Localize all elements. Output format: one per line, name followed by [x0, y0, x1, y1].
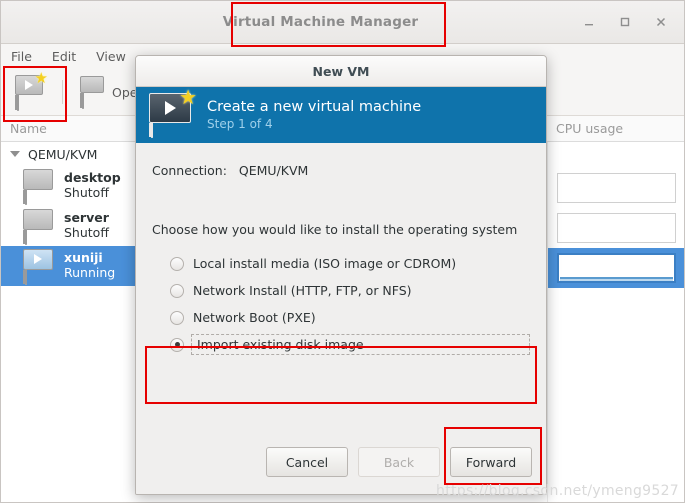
maximize-icon[interactable]	[616, 13, 634, 31]
window-titlebar: Virtual Machine Manager	[1, 1, 684, 44]
radio-button-icon-selected[interactable]	[170, 337, 184, 352]
cpu-column-spacer	[548, 142, 684, 168]
cpu-sparkline	[557, 213, 676, 243]
radio-option-import-existing-disk-image[interactable]: Import existing disk image	[152, 331, 530, 358]
forward-button[interactable]: Forward	[450, 447, 532, 477]
radio-option-label: Network Install (HTTP, FTP, or NFS)	[193, 283, 412, 298]
radio-option-network-boot-pxe[interactable]: Network Boot (PXE)	[152, 304, 530, 331]
connection-value: QEMU/KVM	[238, 163, 309, 178]
new-vm-dialog: New VM ★ Create a new virtual machine St…	[135, 55, 547, 495]
cpu-sparkline	[557, 253, 676, 283]
connection-info-row: Connection: QEMU/KVM	[152, 163, 530, 178]
cpu-sparkline	[557, 173, 676, 203]
radio-option-network-install[interactable]: Network Install (HTTP, FTP, or NFS)	[152, 277, 530, 304]
column-header-cpu-usage[interactable]: CPU usage	[547, 121, 684, 136]
vm-state: Shutoff	[64, 185, 109, 200]
radio-option-label: Local install media (ISO image or CDROM)	[193, 256, 457, 271]
radio-option-label: Import existing disk image	[191, 334, 530, 355]
radio-button-icon[interactable]	[170, 310, 184, 325]
chevron-down-icon[interactable]	[10, 151, 20, 157]
vm-state: Shutoff	[64, 225, 109, 240]
vm-cpu-usage-column	[547, 142, 684, 502]
cpu-usage-cell	[548, 208, 684, 248]
install-method-prompt: Choose how you would like to install the…	[152, 222, 518, 237]
cpu-usage-cell-selected	[548, 248, 684, 288]
vm-name: xuniji	[64, 250, 103, 266]
menu-item-file[interactable]: File	[11, 49, 32, 64]
cpu-usage-cell	[548, 168, 684, 208]
cpu-sparkline-line	[560, 277, 673, 279]
toolbar-separator	[62, 80, 63, 104]
watermark-text: https://blog.csdn.net/ymeng9527	[436, 483, 679, 499]
menu-item-edit[interactable]: Edit	[52, 49, 76, 64]
monitor-icon	[80, 76, 106, 109]
dialog-banner-step: Step 1 of 4	[207, 117, 273, 131]
dialog-title: New VM	[312, 63, 370, 79]
new-vm-monitor-star-icon: ★	[149, 87, 197, 138]
dialog-titlebar: New VM	[136, 56, 546, 87]
vm-state: Running	[64, 265, 116, 280]
close-icon[interactable]	[652, 13, 670, 31]
menu-item-view[interactable]: View	[96, 49, 126, 64]
monitor-icon	[23, 208, 55, 245]
vm-name: desktop	[64, 170, 121, 186]
radio-option-local-install-media[interactable]: Local install media (ISO image or CDROM)	[152, 250, 530, 277]
cancel-button[interactable]: Cancel	[266, 447, 348, 477]
back-button: Back	[358, 447, 440, 477]
new-vm-button[interactable]: ★	[9, 70, 51, 114]
monitor-icon	[23, 168, 55, 205]
connection-row-label: QEMU/KVM	[28, 146, 98, 162]
monitor-play-icon	[23, 248, 55, 285]
dialog-body: Connection: QEMU/KVM Choose how you woul…	[136, 143, 546, 430]
connection-label: Connection:	[152, 163, 227, 178]
minimize-icon[interactable]	[580, 13, 598, 31]
window-controls	[580, 13, 684, 31]
radio-option-label: Network Boot (PXE)	[193, 310, 316, 325]
radio-button-icon[interactable]	[170, 283, 184, 298]
radio-selected-dot	[174, 342, 180, 347]
radio-button-icon[interactable]	[170, 256, 184, 271]
install-method-radio-group: Local install media (ISO image or CDROM)…	[152, 250, 530, 358]
dialog-banner-heading: Create a new virtual machine	[207, 99, 422, 115]
dialog-banner: ★ Create a new virtual machine Step 1 of…	[136, 87, 546, 143]
vm-name: server	[64, 210, 109, 226]
page-title: Virtual Machine Manager	[222, 14, 419, 30]
new-vm-monitor-star-icon: ★	[15, 70, 48, 111]
